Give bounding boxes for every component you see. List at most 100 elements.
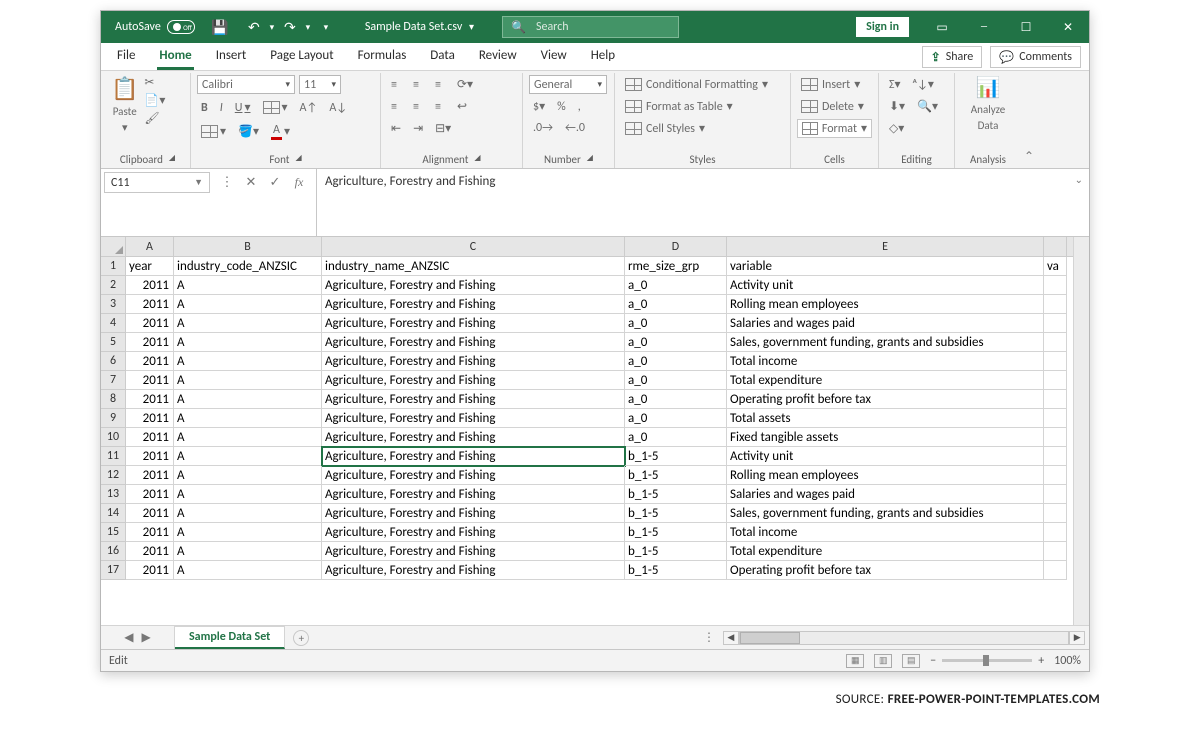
share-button[interactable]: ⇪ Share <box>922 46 983 68</box>
cell[interactable] <box>1044 561 1067 580</box>
cell[interactable]: Activity unit <box>727 447 1044 466</box>
table-row[interactable]: 72011AAgriculture, Forestry and Fishinga… <box>101 371 1073 390</box>
cell[interactable]: 2011 <box>126 523 174 542</box>
cell[interactable]: 2011 <box>126 371 174 390</box>
cell[interactable]: Agriculture, Forestry and Fishing <box>322 409 625 428</box>
align-center-icon[interactable]: ≡ <box>409 98 427 116</box>
tab-formulas[interactable]: Formulas <box>346 43 419 70</box>
cell[interactable]: Sales, government funding, grants and su… <box>727 333 1044 352</box>
close-icon[interactable]: ✕ <box>1047 11 1089 43</box>
row-header[interactable]: 1 <box>101 257 126 276</box>
maximize-icon[interactable]: ☐ <box>1005 11 1047 43</box>
align-middle-icon[interactable]: ≡ <box>409 76 427 94</box>
cell[interactable]: Salaries and wages paid <box>727 485 1044 504</box>
cell[interactable]: A <box>174 485 322 504</box>
comments-button[interactable]: 💬 Comments <box>990 46 1081 68</box>
vertical-scrollbar[interactable] <box>1073 237 1089 625</box>
filename[interactable]: Sample Data Set.csv ▾ <box>365 20 474 34</box>
cell[interactable]: year <box>126 257 174 276</box>
cell[interactable] <box>1044 314 1067 333</box>
cell[interactable]: A <box>174 390 322 409</box>
tab-insert[interactable]: Insert <box>204 43 259 70</box>
col-header-e[interactable]: E <box>727 237 1044 256</box>
table-row[interactable]: 112011AAgriculture, Forestry and Fishing… <box>101 447 1073 466</box>
column-headers[interactable]: A B C D E <box>101 237 1073 257</box>
increase-font-icon[interactable]: A↑ <box>296 99 322 117</box>
clipboard-launcher-icon[interactable]: ◢ <box>169 153 175 166</box>
formula-bar-input[interactable]: Agriculture, Forestry and Fishing ⌄ <box>317 169 1089 189</box>
table-row[interactable]: 152011AAgriculture, Forestry and Fishing… <box>101 523 1073 542</box>
font-size-select[interactable]: 11▾ <box>299 75 341 94</box>
wrap-text-icon[interactable]: ↩ <box>453 97 471 116</box>
row-header[interactable]: 13 <box>101 485 126 504</box>
row-header[interactable]: 5 <box>101 333 126 352</box>
cell[interactable]: 2011 <box>126 504 174 523</box>
cell[interactable]: a_0 <box>625 390 727 409</box>
collapse-ribbon-icon[interactable]: ⌃ <box>1021 73 1037 168</box>
table-row[interactable]: 42011AAgriculture, Forestry and Fishinga… <box>101 314 1073 333</box>
analyze-data-icon[interactable]: 📊 <box>976 75 1001 100</box>
table-row[interactable]: 82011AAgriculture, Forestry and Fishinga… <box>101 390 1073 409</box>
redo-icon[interactable]: ↷ <box>281 18 299 36</box>
cell[interactable] <box>1044 447 1067 466</box>
cell[interactable]: Agriculture, Forestry and Fishing <box>322 371 625 390</box>
bold-button[interactable]: B <box>197 99 212 117</box>
tab-file[interactable]: File <box>105 43 147 70</box>
add-sheet-button[interactable]: + <box>293 630 309 646</box>
undo-icon[interactable]: ↶ <box>245 18 263 36</box>
row-header[interactable]: 11 <box>101 447 126 466</box>
cell[interactable]: a_0 <box>625 314 727 333</box>
cell[interactable]: 2011 <box>126 333 174 352</box>
row-header[interactable]: 6 <box>101 352 126 371</box>
cell[interactable] <box>1044 333 1067 352</box>
toggle-switch[interactable]: Off <box>167 20 195 34</box>
insert-cells-button[interactable]: Insert▾ <box>797 75 872 94</box>
zoom-out-icon[interactable]: − <box>930 654 936 668</box>
fill-icon[interactable]: ⬇▾ <box>885 97 909 116</box>
cell[interactable]: Agriculture, Forestry and Fishing <box>322 352 625 371</box>
alignment-launcher-icon[interactable]: ◢ <box>474 153 480 166</box>
ribbon-options-icon[interactable]: ▭ <box>921 11 963 43</box>
paste-icon[interactable]: 📋 <box>111 75 138 102</box>
table-row[interactable]: 132011AAgriculture, Forestry and Fishing… <box>101 485 1073 504</box>
table-row[interactable]: 62011AAgriculture, Forestry and Fishinga… <box>101 352 1073 371</box>
cell[interactable]: 2011 <box>126 561 174 580</box>
table-row[interactable]: 22011AAgriculture, Forestry and Fishinga… <box>101 276 1073 295</box>
cell-styles-button[interactable]: Cell Styles▾ <box>621 119 784 138</box>
tab-view[interactable]: View <box>529 43 579 70</box>
find-select-icon[interactable]: 🔍▾ <box>913 97 942 116</box>
cell[interactable]: Agriculture, Forestry and Fishing <box>322 276 625 295</box>
cell[interactable]: A <box>174 276 322 295</box>
cell[interactable]: A <box>174 561 322 580</box>
cell[interactable]: a_0 <box>625 409 727 428</box>
row-header[interactable]: 8 <box>101 390 126 409</box>
signin-button[interactable]: Sign in <box>856 17 909 37</box>
cell[interactable] <box>1044 504 1067 523</box>
fb-dropdown-icon[interactable]: ⋮ <box>218 175 236 190</box>
cell[interactable]: A <box>174 504 322 523</box>
sheet-prev-icon[interactable]: ◀ <box>124 630 133 645</box>
tab-page-layout[interactable]: Page Layout <box>258 43 345 70</box>
zoom-slider[interactable]: − + <box>930 654 1044 668</box>
cell[interactable]: Agriculture, Forestry and Fishing <box>322 333 625 352</box>
tab-data[interactable]: Data <box>418 43 467 70</box>
cell[interactable]: 2011 <box>126 390 174 409</box>
cell[interactable]: Total expenditure <box>727 542 1044 561</box>
copy-icon[interactable]: 📄▾ <box>144 93 165 108</box>
cell[interactable]: 2011 <box>126 466 174 485</box>
row-header[interactable]: 14 <box>101 504 126 523</box>
cell[interactable]: 2011 <box>126 352 174 371</box>
align-top-icon[interactable]: ≡ <box>387 76 405 94</box>
cell[interactable]: Agriculture, Forestry and Fishing <box>322 466 625 485</box>
table-row[interactable]: 172011AAgriculture, Forestry and Fishing… <box>101 561 1073 580</box>
row-header[interactable]: 15 <box>101 523 126 542</box>
undo-dropdown-icon[interactable]: ▾ <box>263 18 281 36</box>
worksheet-grid[interactable]: A B C D E 1yearindustry_code_ANZSICindus… <box>101 237 1089 625</box>
fx-icon[interactable]: fx <box>290 175 308 190</box>
cell[interactable]: A <box>174 371 322 390</box>
table-row[interactable]: 142011AAgriculture, Forestry and Fishing… <box>101 504 1073 523</box>
cell[interactable]: Operating profit before tax <box>727 390 1044 409</box>
cell[interactable]: Salaries and wages paid <box>727 314 1044 333</box>
align-right-icon[interactable]: ≡ <box>431 98 449 116</box>
format-cells-button[interactable]: Format▾ <box>797 119 872 138</box>
